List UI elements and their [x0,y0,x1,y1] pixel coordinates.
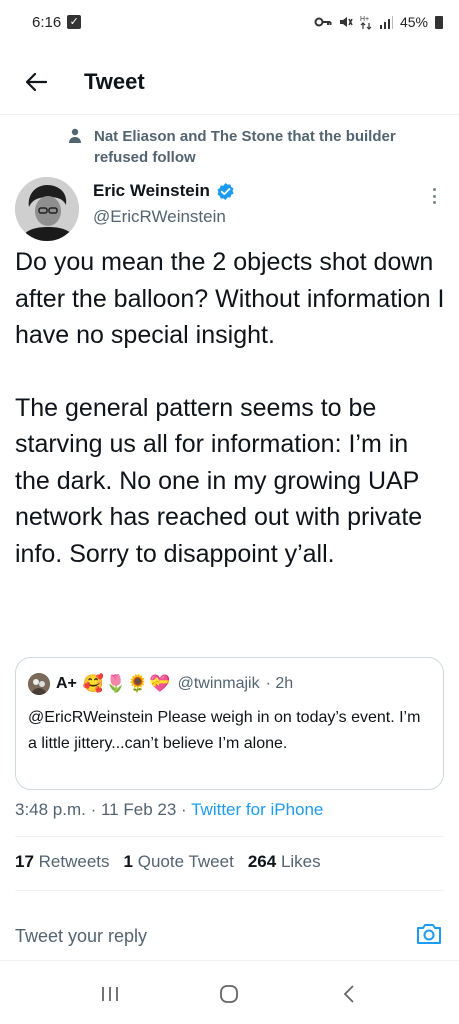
avatar-photo [15,177,79,241]
back-button[interactable] [16,62,56,102]
data-icon: H+ [360,16,372,30]
notification-check-icon: ✓ [67,15,82,29]
quote-tweets-stat[interactable]: 1 Quote Tweet [124,852,234,872]
avatar[interactable] [15,177,79,241]
battery-percent: 45% [399,14,428,30]
author-block[interactable]: Eric Weinstein @EricRWeinstein [93,181,235,227]
svg-text:H+: H+ [360,16,369,23]
likes-stat[interactable]: 264 Likes [248,852,321,872]
reply-divider [0,960,459,961]
back-arrow-icon [25,73,47,91]
author-name-row: Eric Weinstein [93,181,235,201]
mute-icon [339,17,353,27]
chevron-left-icon [343,985,354,1003]
person-icon [69,128,81,143]
more-dot-icon [432,194,436,198]
quoted-name: A+ [56,675,77,692]
status-right: H+ 45% [314,14,443,30]
meta-divider [15,836,444,837]
tweet-paragraph-2: The general pattern seems to be starving… [15,393,423,568]
retweets-label: Retweets [38,852,110,871]
tweet-text: Do you mean the 2 objects shot down afte… [15,244,447,608]
quoted-tweet[interactable]: A+ 🥰🌷🌻💝 @twinmajik · 2h @EricRWeinstein … [15,657,444,790]
more-options-button[interactable] [426,186,442,206]
likes-count: 264 [247,852,277,871]
retweets-count: 17 [15,852,34,871]
quotes-count: 1 [123,852,133,871]
quoted-handle: @twinmajik [177,675,260,692]
header-divider [0,114,459,115]
header: Tweet [0,56,459,108]
verified-badge-icon [217,182,234,200]
tweet-source-link[interactable]: Twitter for iPhone [191,800,323,819]
tweet-stats: 17 Retweets 1 Quote Tweet 264 Likes [15,852,321,872]
page-title: Tweet [84,69,145,94]
retweets-stat[interactable]: 17 Retweets [15,852,110,872]
battery-icon [435,15,443,29]
home-icon [220,985,239,1003]
system-nav-bar [0,964,459,1024]
recents-icon [101,987,118,1001]
home-button[interactable] [209,974,249,1014]
stats-divider [15,890,444,891]
more-dot-icon [432,188,436,191]
status-time: 6:16 [32,13,62,31]
system-back-button[interactable] [329,974,369,1014]
camera-button[interactable] [415,920,443,948]
author-name: Eric Weinstein [93,181,210,200]
social-context-text: Nat Eliason and The Stone that the build… [94,128,396,166]
tweet-paragraph-1: Do you mean the 2 objects shot down afte… [15,248,445,349]
quoted-name-emojis: 🥰🌷🌻💝 [82,674,172,693]
social-context[interactable]: Nat Eliason and The Stone that the build… [68,126,438,168]
likes-label: Likes [280,852,321,871]
status-left: 6:16 ✓ [32,13,82,31]
tweet-date: · 11 Feb 23 · [90,800,187,819]
quoted-avatar[interactable] [28,673,50,695]
quoted-text: @EricRWeinstein Please weigh in on today… [28,709,421,752]
quoted-tweet-header: A+ 🥰🌷🌻💝 @twinmajik · 2h [28,673,293,695]
tweet-meta: 3:48 p.m. · 11 Feb 23 · Twitter for iPho… [15,800,323,820]
signal-icon [379,16,393,29]
quotes-label: Quote Tweet [137,852,234,871]
recents-button[interactable] [90,974,130,1014]
quoted-time: · 2h [265,675,294,692]
camera-icon [417,924,441,944]
author-handle: @EricRWeinstein [93,207,226,226]
tweet-time: 3:48 p.m. [15,800,86,819]
status-bar: 6:16 ✓ H+ 45% [0,0,459,44]
key-icon [314,17,332,27]
reply-input[interactable]: Tweet your reply [15,926,147,947]
quoted-avatar-photo [28,673,50,695]
more-dot-icon [432,201,436,204]
